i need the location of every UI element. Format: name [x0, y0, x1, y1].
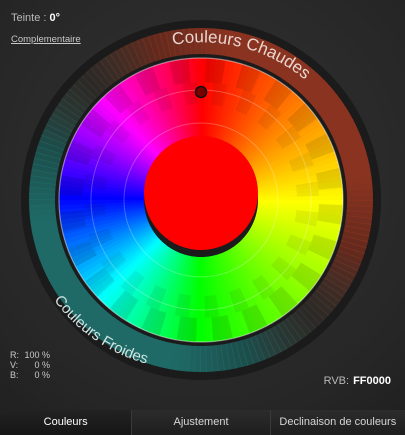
- red-key: R:: [10, 350, 19, 360]
- hex-readout: RVB: FF0000: [324, 375, 391, 387]
- blue-key: B:: [10, 370, 19, 380]
- hex-value[interactable]: FF0000: [353, 375, 391, 387]
- green-key: V:: [10, 360, 19, 370]
- temp-ring-segment: [346, 193, 374, 201]
- tab-ajustement[interactable]: Ajustement: [132, 410, 271, 435]
- color-picker-panel: Teinte : 0° Complementaire Couleurs Chau…: [0, 0, 405, 435]
- blue-percent-row: B: 0 %: [10, 370, 50, 380]
- tab-bar: Couleurs Ajustement Declinaison de coule…: [0, 410, 405, 435]
- red-value: 100 %: [24, 350, 50, 360]
- green-value: 0 %: [34, 360, 50, 370]
- selected-color-swatch: [144, 136, 258, 250]
- temp-ring-segment: [200, 345, 208, 372]
- rgb-percentages: R: 100 % V: 0 % B: 0 %: [10, 350, 50, 380]
- tab-couleurs[interactable]: Couleurs: [0, 410, 133, 435]
- blue-value: 0 %: [34, 370, 50, 380]
- tab-declinaison[interactable]: Declinaison de couleurs: [270, 410, 405, 435]
- hue-selector-handle[interactable]: [194, 85, 208, 99]
- green-percent-row: V: 0 %: [10, 360, 50, 370]
- hex-label: RVB:: [323, 375, 350, 387]
- temp-ring-segment: [28, 199, 56, 207]
- color-wheel[interactable]: Couleurs Chaudes Couleurs Froides: [0, 0, 405, 410]
- red-percent-row: R: 100 %: [10, 350, 50, 360]
